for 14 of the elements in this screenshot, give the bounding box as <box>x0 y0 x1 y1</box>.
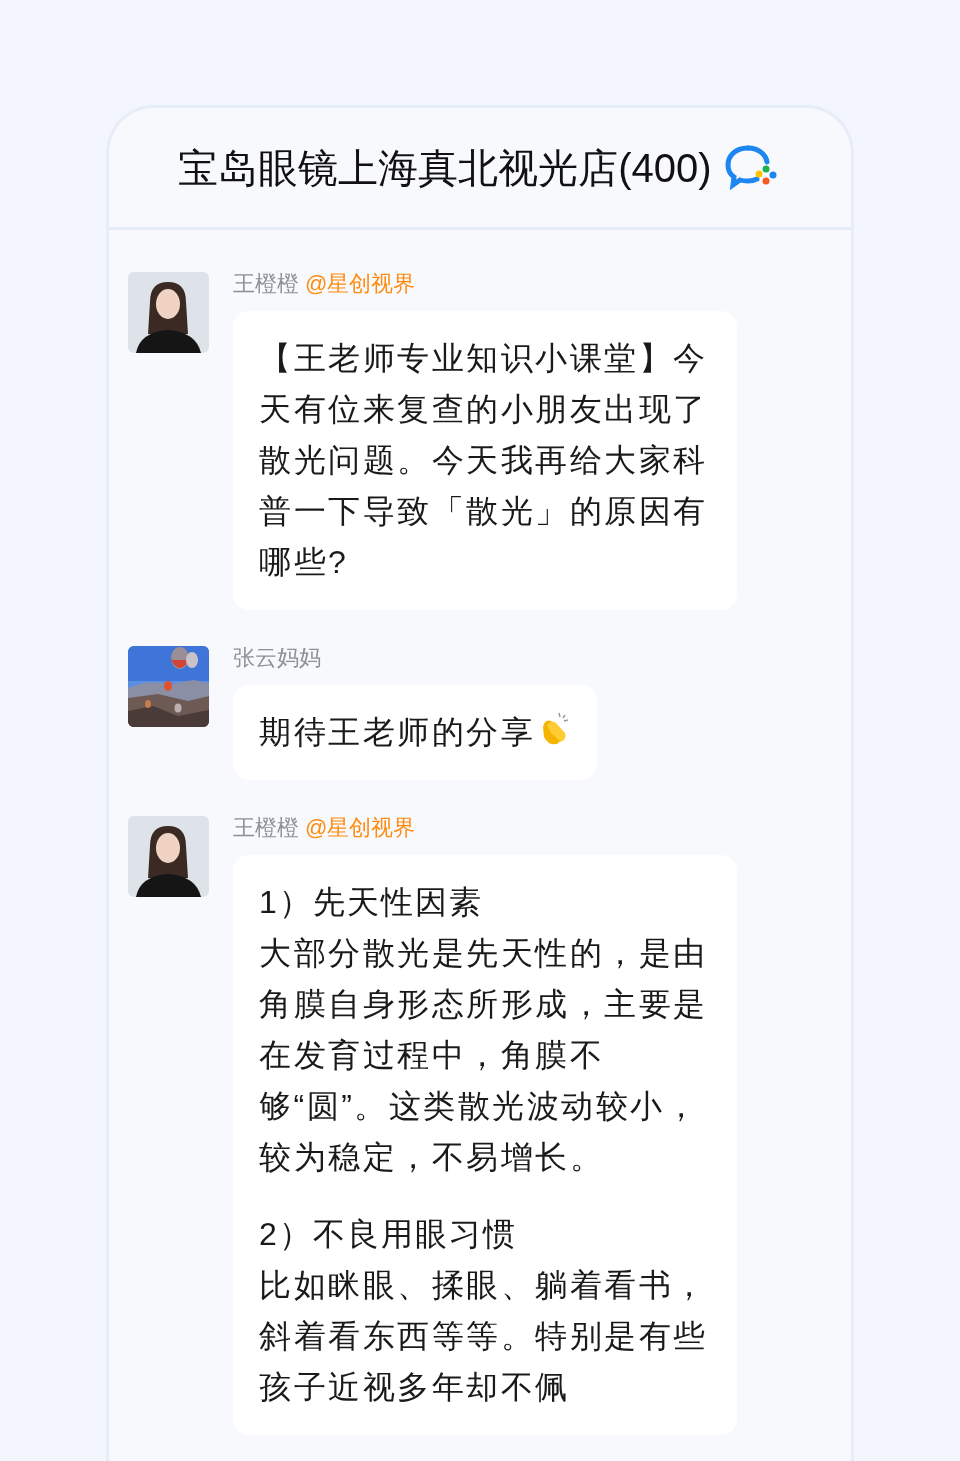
avatar-icon <box>128 272 209 353</box>
message-text: 比如眯眼、揉眼、躺着看书，斜着看东西等等。特别是有些孩子近视多年却不佩 <box>259 1266 709 1407</box>
sender-organization: @星创视界 <box>305 814 416 842</box>
sender-name: 王橙橙 <box>233 814 299 842</box>
message-text: 大部分散光是先天性的，是由角膜自身形态所形成，主要是在发育过程中，角膜不够“圆”。这类散光波动较小，较为稳定，不易增长。 <box>259 934 709 1177</box>
avatar-icon <box>128 816 209 897</box>
sender-name: 张云妈妈 <box>233 644 321 672</box>
paragraph-heading: 2）不良用眼习惯 <box>259 1215 518 1254</box>
message-text: 期待王老师的分享 <box>259 707 571 758</box>
chat-title: 宝岛眼镜上海真北视光店(400) <box>178 144 712 192</box>
message-text: 【王老师专业知识小课堂】今天有位来复查的小朋友出现了散光问题。今天我再给大家科普一下导致「散光」的原因有哪些? <box>259 339 709 582</box>
paragraph-heading: 1）先天性因素 <box>259 883 484 922</box>
sender-organization: @星创视界 <box>305 270 416 298</box>
sender-name: 王橙橙 <box>233 270 299 298</box>
